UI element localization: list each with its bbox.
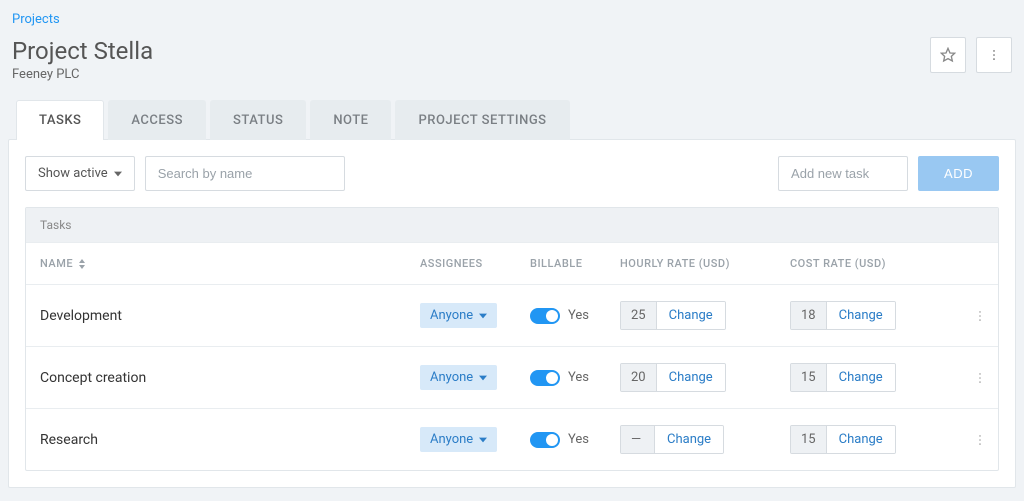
tab-tasks[interactable]: TASKS bbox=[16, 100, 104, 140]
billable-toggle[interactable] bbox=[530, 370, 560, 386]
hourly-rate-change[interactable]: Change bbox=[655, 426, 723, 453]
assignees-dropdown[interactable]: Anyone bbox=[420, 365, 497, 390]
task-name: Development bbox=[40, 308, 420, 324]
row-menu-button[interactable] bbox=[960, 433, 1000, 447]
page-title: Project Stella bbox=[12, 37, 153, 65]
hourly-rate-value: 20 bbox=[621, 364, 657, 391]
task-name: Concept creation bbox=[40, 370, 420, 386]
hourly-rate-value: 25 bbox=[621, 302, 657, 329]
cost-rate-change[interactable]: Change bbox=[827, 426, 895, 453]
billable-label: Yes bbox=[568, 308, 589, 323]
assignees-dropdown[interactable]: Anyone bbox=[420, 303, 497, 328]
filter-active-dropdown[interactable]: Show active bbox=[25, 156, 135, 191]
cost-rate-value: 15 bbox=[791, 364, 827, 391]
dots-vertical-icon bbox=[987, 48, 1001, 62]
billable-toggle[interactable] bbox=[530, 308, 560, 324]
tab-status[interactable]: STATUS bbox=[210, 100, 306, 140]
tab-project-settings[interactable]: PROJECT SETTINGS bbox=[395, 100, 569, 140]
project-client: Feeney PLC bbox=[12, 67, 153, 82]
table-row: Development Anyone Yes 25 Change bbox=[26, 284, 998, 346]
breadcrumb-projects[interactable]: Projects bbox=[8, 8, 1016, 37]
tab-access[interactable]: ACCESS bbox=[108, 100, 206, 140]
billable-label: Yes bbox=[568, 370, 589, 385]
caret-down-icon bbox=[114, 170, 122, 178]
cost-rate-change[interactable]: Change bbox=[827, 364, 895, 391]
table-row: Research Anyone Yes — Change bbox=[26, 408, 998, 470]
hourly-rate-change[interactable]: Change bbox=[657, 364, 725, 391]
task-name: Research bbox=[40, 432, 420, 448]
table-caption: Tasks bbox=[26, 208, 998, 242]
star-icon bbox=[940, 47, 956, 63]
favorite-button[interactable] bbox=[930, 37, 966, 73]
caret-down-icon bbox=[479, 436, 487, 444]
cost-rate-change[interactable]: Change bbox=[827, 302, 895, 329]
add-task-button[interactable]: ADD bbox=[918, 156, 999, 191]
assignees-dropdown[interactable]: Anyone bbox=[420, 427, 497, 452]
table-row: Concept creation Anyone Yes 20 Change bbox=[26, 346, 998, 408]
col-assignees-header: ASSIGNEES bbox=[420, 257, 530, 270]
hourly-rate-value: — bbox=[621, 426, 655, 453]
row-menu-button[interactable] bbox=[960, 371, 1000, 385]
more-actions-button[interactable] bbox=[976, 37, 1012, 73]
add-task-input[interactable] bbox=[778, 156, 908, 191]
dots-vertical-icon bbox=[973, 309, 987, 323]
col-name-header[interactable]: NAME bbox=[40, 257, 420, 270]
caret-down-icon bbox=[479, 312, 487, 320]
cost-rate-value: 15 bbox=[791, 426, 827, 453]
cost-rate-value: 18 bbox=[791, 302, 827, 329]
col-hourly-header: HOURLY RATE (USD) bbox=[620, 257, 790, 270]
tab-note[interactable]: NOTE bbox=[310, 100, 391, 140]
col-billable-header: BILLABLE bbox=[530, 257, 620, 270]
row-menu-button[interactable] bbox=[960, 309, 1000, 323]
col-cost-header: COST RATE (USD) bbox=[790, 257, 960, 270]
search-input[interactable] bbox=[145, 156, 345, 191]
hourly-rate-change[interactable]: Change bbox=[657, 302, 725, 329]
filter-label: Show active bbox=[38, 166, 108, 181]
dots-vertical-icon bbox=[973, 433, 987, 447]
sort-icon bbox=[78, 259, 86, 269]
billable-label: Yes bbox=[568, 432, 589, 447]
caret-down-icon bbox=[479, 374, 487, 382]
dots-vertical-icon bbox=[973, 371, 987, 385]
billable-toggle[interactable] bbox=[530, 432, 560, 448]
